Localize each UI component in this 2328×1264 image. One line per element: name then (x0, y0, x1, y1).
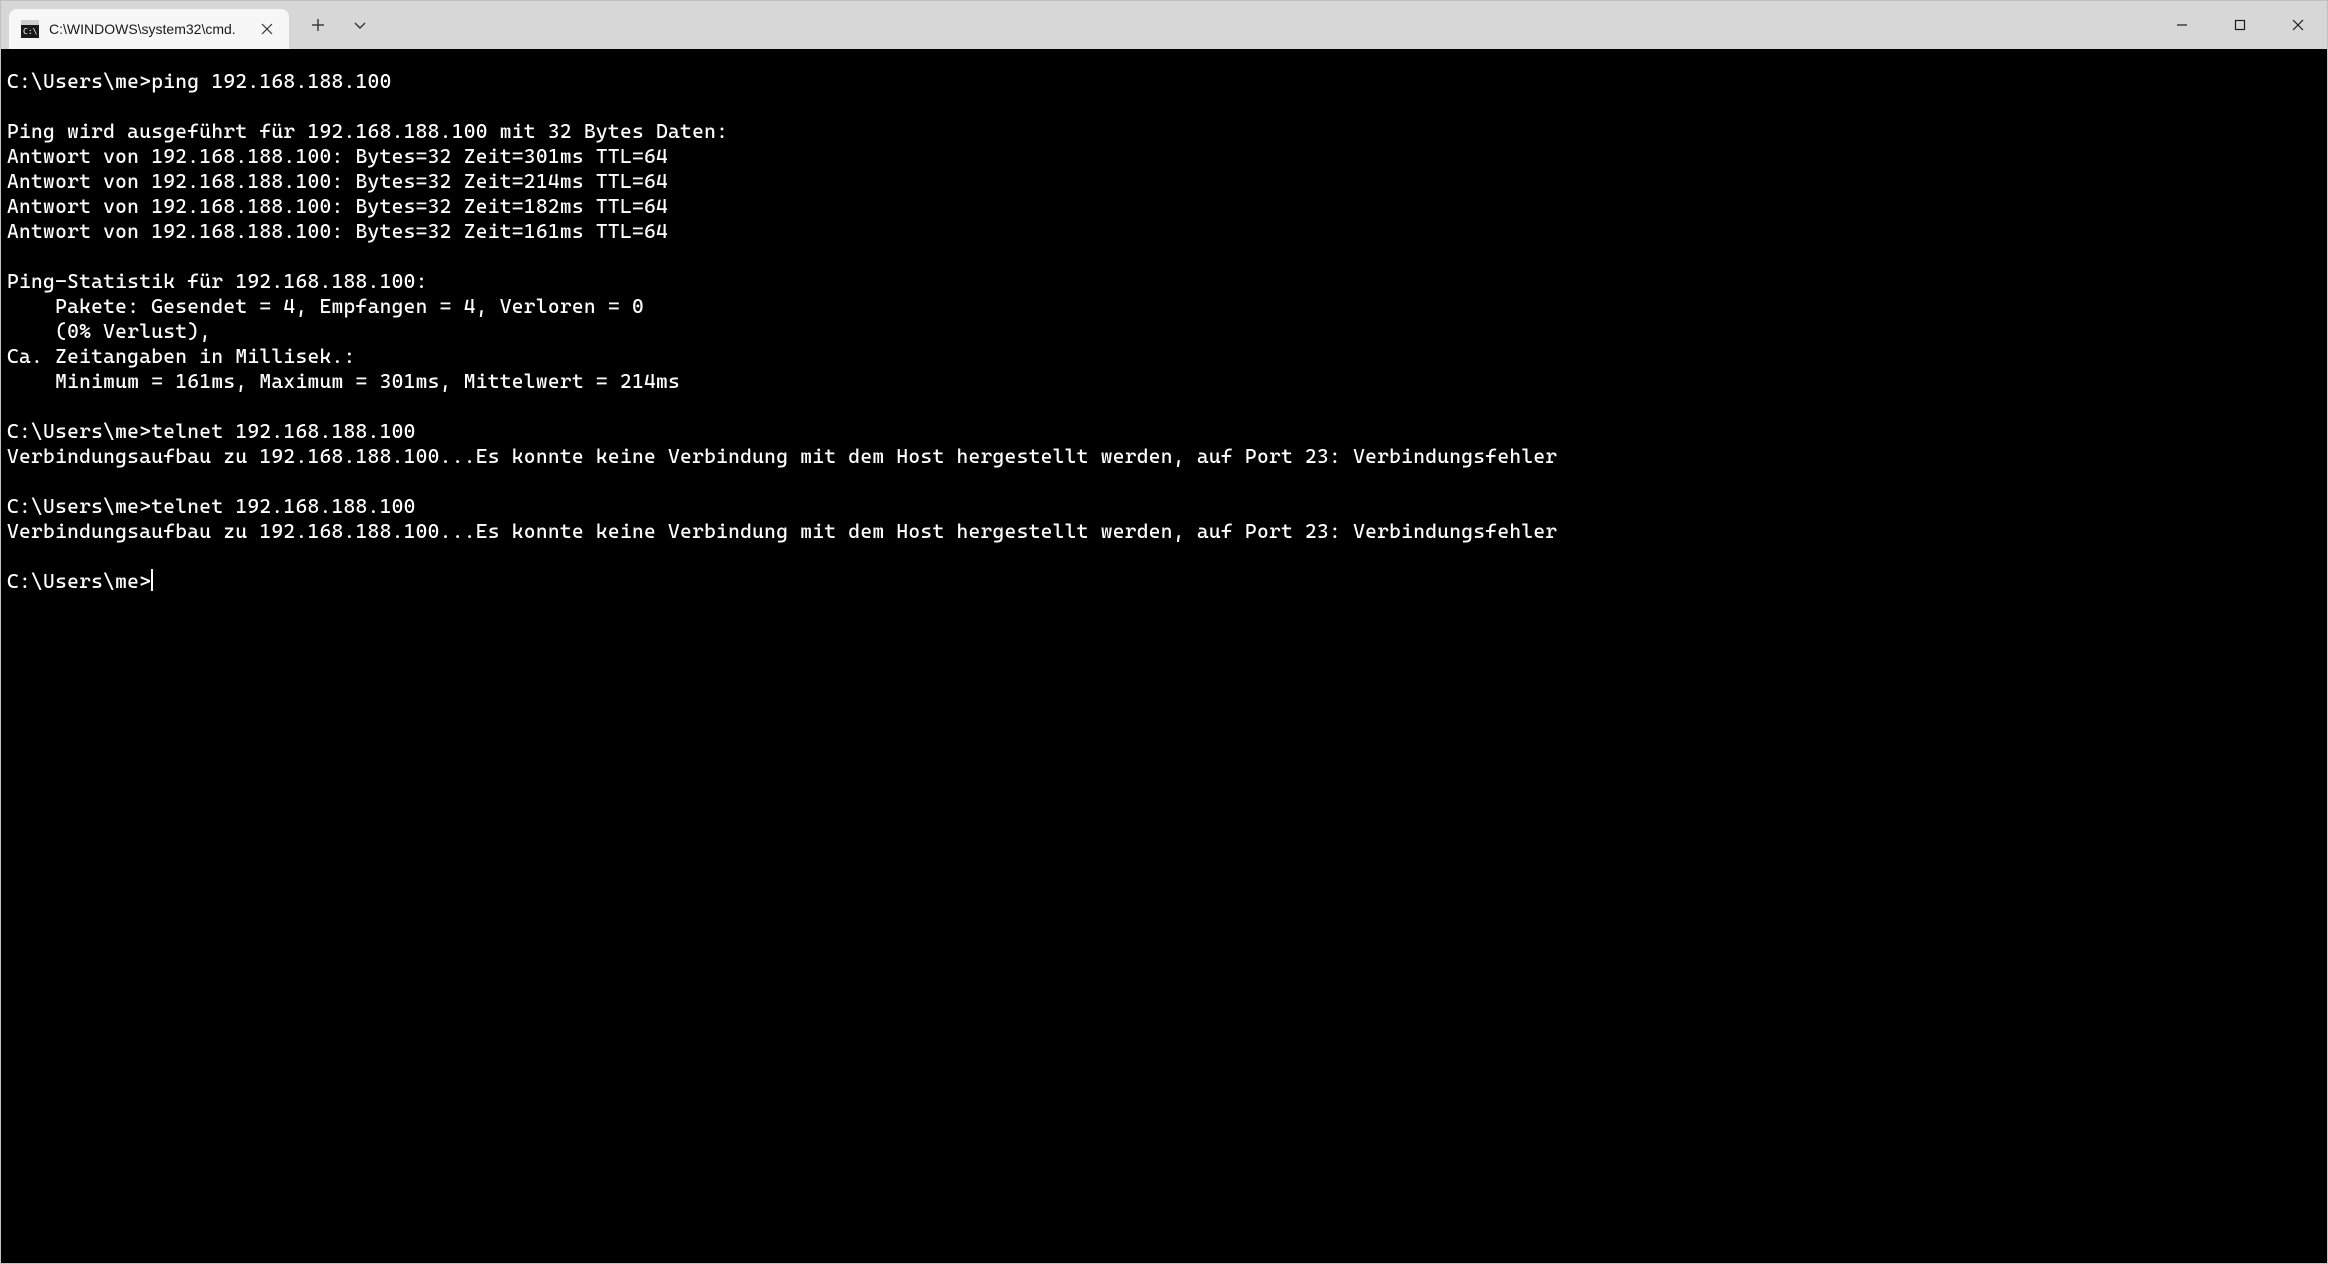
terminal-line: Ping-Statistik für 192.168.188.100: (7, 269, 2321, 294)
terminal-prompt-line[interactable]: C:\Users\me> (7, 569, 2321, 594)
terminal-line (7, 469, 2321, 494)
terminal-line: Antwort von 192.168.188.100: Bytes=32 Ze… (7, 169, 2321, 194)
terminal-cursor (151, 569, 153, 591)
terminal-line: C:\Users\me>ping 192.168.188.100 (7, 69, 2321, 94)
terminal-line (7, 244, 2321, 269)
terminal-line: Ping wird ausgeführt für 192.168.188.100… (7, 119, 2321, 144)
terminal-line: Antwort von 192.168.188.100: Bytes=32 Ze… (7, 144, 2321, 169)
window-controls (2153, 1, 2327, 49)
terminal-line: Verbindungsaufbau zu 192.168.188.100...E… (7, 444, 2321, 469)
terminal-line: C:\Users\me>telnet 192.168.188.100 (7, 419, 2321, 444)
new-tab-button[interactable] (301, 8, 335, 42)
tab-title: C:\WINDOWS\system32\cmd. (49, 21, 245, 37)
titlebar-drag-region[interactable] (383, 1, 2153, 49)
cmd-icon: C:\ (21, 20, 39, 38)
minimize-button[interactable] (2153, 1, 2211, 49)
terminal-line (7, 544, 2321, 569)
terminal-line: Pakete: Gesendet = 4, Empfangen = 4, Ver… (7, 294, 2321, 319)
terminal-prompt: C:\Users\me> (7, 569, 151, 593)
terminal-line: (0% Verlust), (7, 319, 2321, 344)
terminal-line: Ca. Zeitangaben in Millisek.: (7, 344, 2321, 369)
svg-text:C:\: C:\ (23, 27, 38, 36)
tabs-region: C:\ C:\WINDOWS\system32\cmd. (1, 1, 289, 49)
terminal-line: Verbindungsaufbau zu 192.168.188.100...E… (7, 519, 2321, 544)
terminal-output[interactable]: C:\Users\me>ping 192.168.188.100 Ping wir… (1, 49, 2327, 1263)
terminal-line: C:\Users\me>telnet 192.168.188.100 (7, 494, 2321, 519)
terminal-line (7, 94, 2321, 119)
tab-actions (289, 1, 383, 49)
tab-close-button[interactable] (255, 17, 279, 41)
window-close-button[interactable] (2269, 1, 2327, 49)
terminal-line: Minimum = 161ms, Maximum = 301ms, Mittel… (7, 369, 2321, 394)
terminal-line: Antwort von 192.168.188.100: Bytes=32 Ze… (7, 219, 2321, 244)
terminal-window: C:\ C:\WINDOWS\system32\cmd. (0, 0, 2328, 1264)
titlebar[interactable]: C:\ C:\WINDOWS\system32\cmd. (1, 1, 2327, 49)
terminal-line: Antwort von 192.168.188.100: Bytes=32 Ze… (7, 194, 2321, 219)
maximize-button[interactable] (2211, 1, 2269, 49)
tab-cmd[interactable]: C:\ C:\WINDOWS\system32\cmd. (9, 9, 289, 49)
terminal-line (7, 394, 2321, 419)
tab-dropdown-button[interactable] (343, 8, 377, 42)
